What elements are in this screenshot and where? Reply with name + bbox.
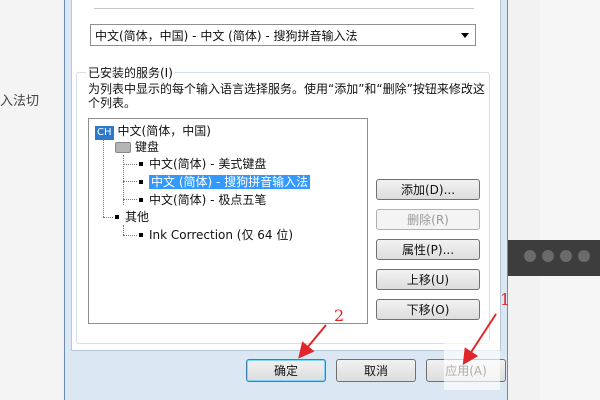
watermark-overlay <box>444 340 500 390</box>
tree-item-label: 中文(简体) - 美式键盘 <box>149 157 267 171</box>
tree-root[interactable]: CH 中文(简体，中国) <box>95 123 211 140</box>
bullet-icon <box>115 214 119 219</box>
annotation-number-1: 1 <box>500 290 511 309</box>
tree-item-label: 中文(简体) - 极点五笔 <box>149 193 267 207</box>
keyboard-icon <box>115 142 131 153</box>
tree-item[interactable]: 中文(简体) - 极点五笔 <box>139 192 266 208</box>
language-badge: CH <box>95 126 114 140</box>
background-right <box>540 0 600 400</box>
chevron-down-icon[interactable] <box>461 33 469 38</box>
tree-item-label: Ink Correction (仅 64 位) <box>149 228 294 242</box>
bullet-icon <box>139 161 143 166</box>
installed-services-description: 为列表中显示的每个输入语言选择服务。使用“添加”和“删除”按钮来修改这个列表。 <box>88 82 485 110</box>
annotation-number-2: 2 <box>334 306 345 325</box>
remove-button[interactable]: 删除(R) <box>376 209 480 230</box>
tree-keyboard-node[interactable]: 键盘 <box>115 139 159 155</box>
top-divider <box>94 0 474 9</box>
background-text: 入法切 <box>0 94 40 109</box>
tree-other-node[interactable]: 其他 <box>115 209 149 225</box>
tree-item[interactable]: Ink Correction (仅 64 位) <box>139 227 293 243</box>
bullet-icon <box>139 179 143 184</box>
background-left <box>0 0 62 400</box>
bullet-icon <box>139 232 143 237</box>
tree-item[interactable]: 中文(简体) - 美式键盘 <box>139 156 266 172</box>
bullet-icon <box>139 197 143 202</box>
tree-item-selected[interactable]: 中文 (简体) - 搜狗拼音输入法 <box>139 174 312 190</box>
tree-root-label: 中文(简体，中国) <box>117 124 211 138</box>
default-input-language-select[interactable]: 中文(简体，中国) - 中文 (简体) - 搜狗拼音输入法 <box>90 24 476 46</box>
services-tree[interactable]: CH 中文(简体，中国) 键盘 中文(简体) - 美式键盘 中文 (简体) - 搜… <box>88 118 368 324</box>
move-down-button[interactable]: 下移(O) <box>376 299 480 320</box>
properties-button[interactable]: 属性(P)... <box>376 239 480 260</box>
other-label: 其他 <box>125 210 150 224</box>
keyboard-label: 键盘 <box>135 140 160 154</box>
combo-value: 中文(简体，中国) - 中文 (简体) - 搜狗拼音输入法 <box>95 28 358 43</box>
move-up-button[interactable]: 上移(U) <box>376 269 480 290</box>
add-button[interactable]: 添加(D)... <box>376 179 480 200</box>
tree-item-label: 中文 (简体) - 搜狗拼音输入法 <box>147 174 312 190</box>
cancel-button[interactable]: 取消 <box>336 359 416 382</box>
ok-button[interactable]: 确定 <box>246 359 326 382</box>
installed-services-title: 已安装的服务(I) <box>86 64 175 81</box>
background-taskbar <box>502 240 600 276</box>
